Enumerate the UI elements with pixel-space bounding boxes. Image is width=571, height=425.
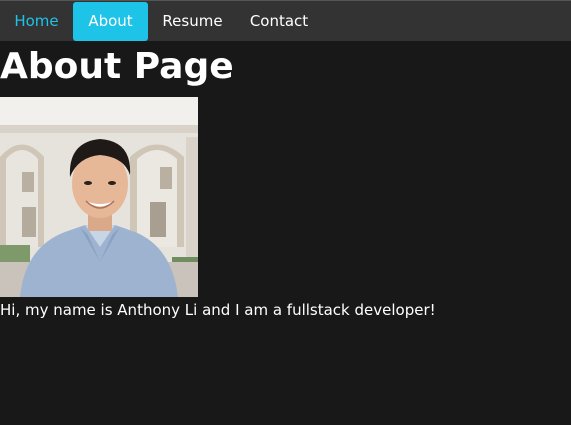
nav-link-resume[interactable]: Resume <box>150 2 235 41</box>
nav-link-about[interactable]: About <box>73 2 148 41</box>
navbar: Home About Resume Contact <box>0 0 571 41</box>
profile-photo <box>0 97 198 297</box>
page-title: About Page <box>0 46 234 87</box>
nav-link-home[interactable]: Home <box>0 2 73 41</box>
bio-text: Hi, my name is Anthony Li and I am a ful… <box>0 301 436 319</box>
nav-link-contact[interactable]: Contact <box>236 2 322 41</box>
